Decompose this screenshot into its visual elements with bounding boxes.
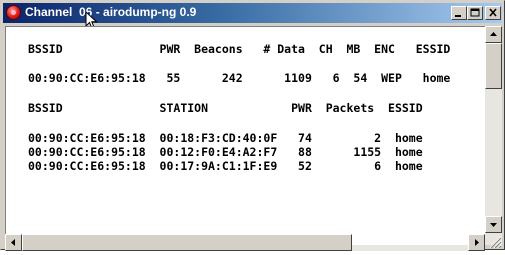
ap-table-header: BSSID PWR Beacons # Data CH MB ENC ESSID: [28, 42, 451, 56]
minimize-icon: [455, 15, 461, 17]
station-row: 00:90:CC:E6:95:18 00:17:9A:C1:1F:E9 52 6…: [28, 159, 423, 173]
window-title: Channel 06 - airodump-ng 0.9: [25, 5, 197, 19]
title-bar[interactable]: Channel 06 - airodump-ng 0.9: [3, 3, 502, 23]
ap-row: 00:90:CC:E6:95:18 55 242 1109 6 54 WEP h…: [28, 71, 451, 85]
scroll-down-button[interactable]: [485, 216, 502, 233]
vertical-scroll-thumb[interactable]: [485, 43, 502, 89]
arrow-down-icon: [490, 223, 497, 227]
station-table-header: BSSID STATION PWR Packets ESSID: [28, 101, 423, 115]
app-icon[interactable]: [7, 6, 20, 19]
scroll-right-button[interactable]: [468, 234, 485, 251]
maximize-button[interactable]: [467, 6, 483, 20]
scroll-left-button[interactable]: [5, 234, 22, 251]
horizontal-scrollbar[interactable]: [5, 234, 485, 251]
arrow-right-icon: [475, 239, 479, 246]
station-row: 00:90:CC:E6:95:18 00:18:F3:CD:40:0F 74 2…: [28, 131, 423, 145]
arrow-up-icon: [490, 32, 497, 36]
minimize-button[interactable]: [451, 6, 467, 20]
resize-grip-icon[interactable]: [487, 234, 502, 249]
station-row: 00:90:CC:E6:95:18 00:12:F0:E4:A2:F7 88 1…: [28, 145, 423, 159]
horizontal-scroll-thumb[interactable]: [22, 234, 352, 251]
close-button[interactable]: [485, 6, 501, 20]
airodump-window: Channel 06 - airodump-ng 0.9 BSSID PWR B…: [0, 0, 505, 251]
scroll-up-button[interactable]: [485, 26, 502, 43]
console-output[interactable]: BSSID PWR Beacons # Data CH MB ENC ESSID…: [5, 26, 485, 245]
close-icon: [489, 8, 497, 17]
vertical-scrollbar[interactable]: [485, 26, 502, 245]
arrow-left-icon: [11, 239, 15, 246]
maximize-icon: [470, 8, 480, 17]
